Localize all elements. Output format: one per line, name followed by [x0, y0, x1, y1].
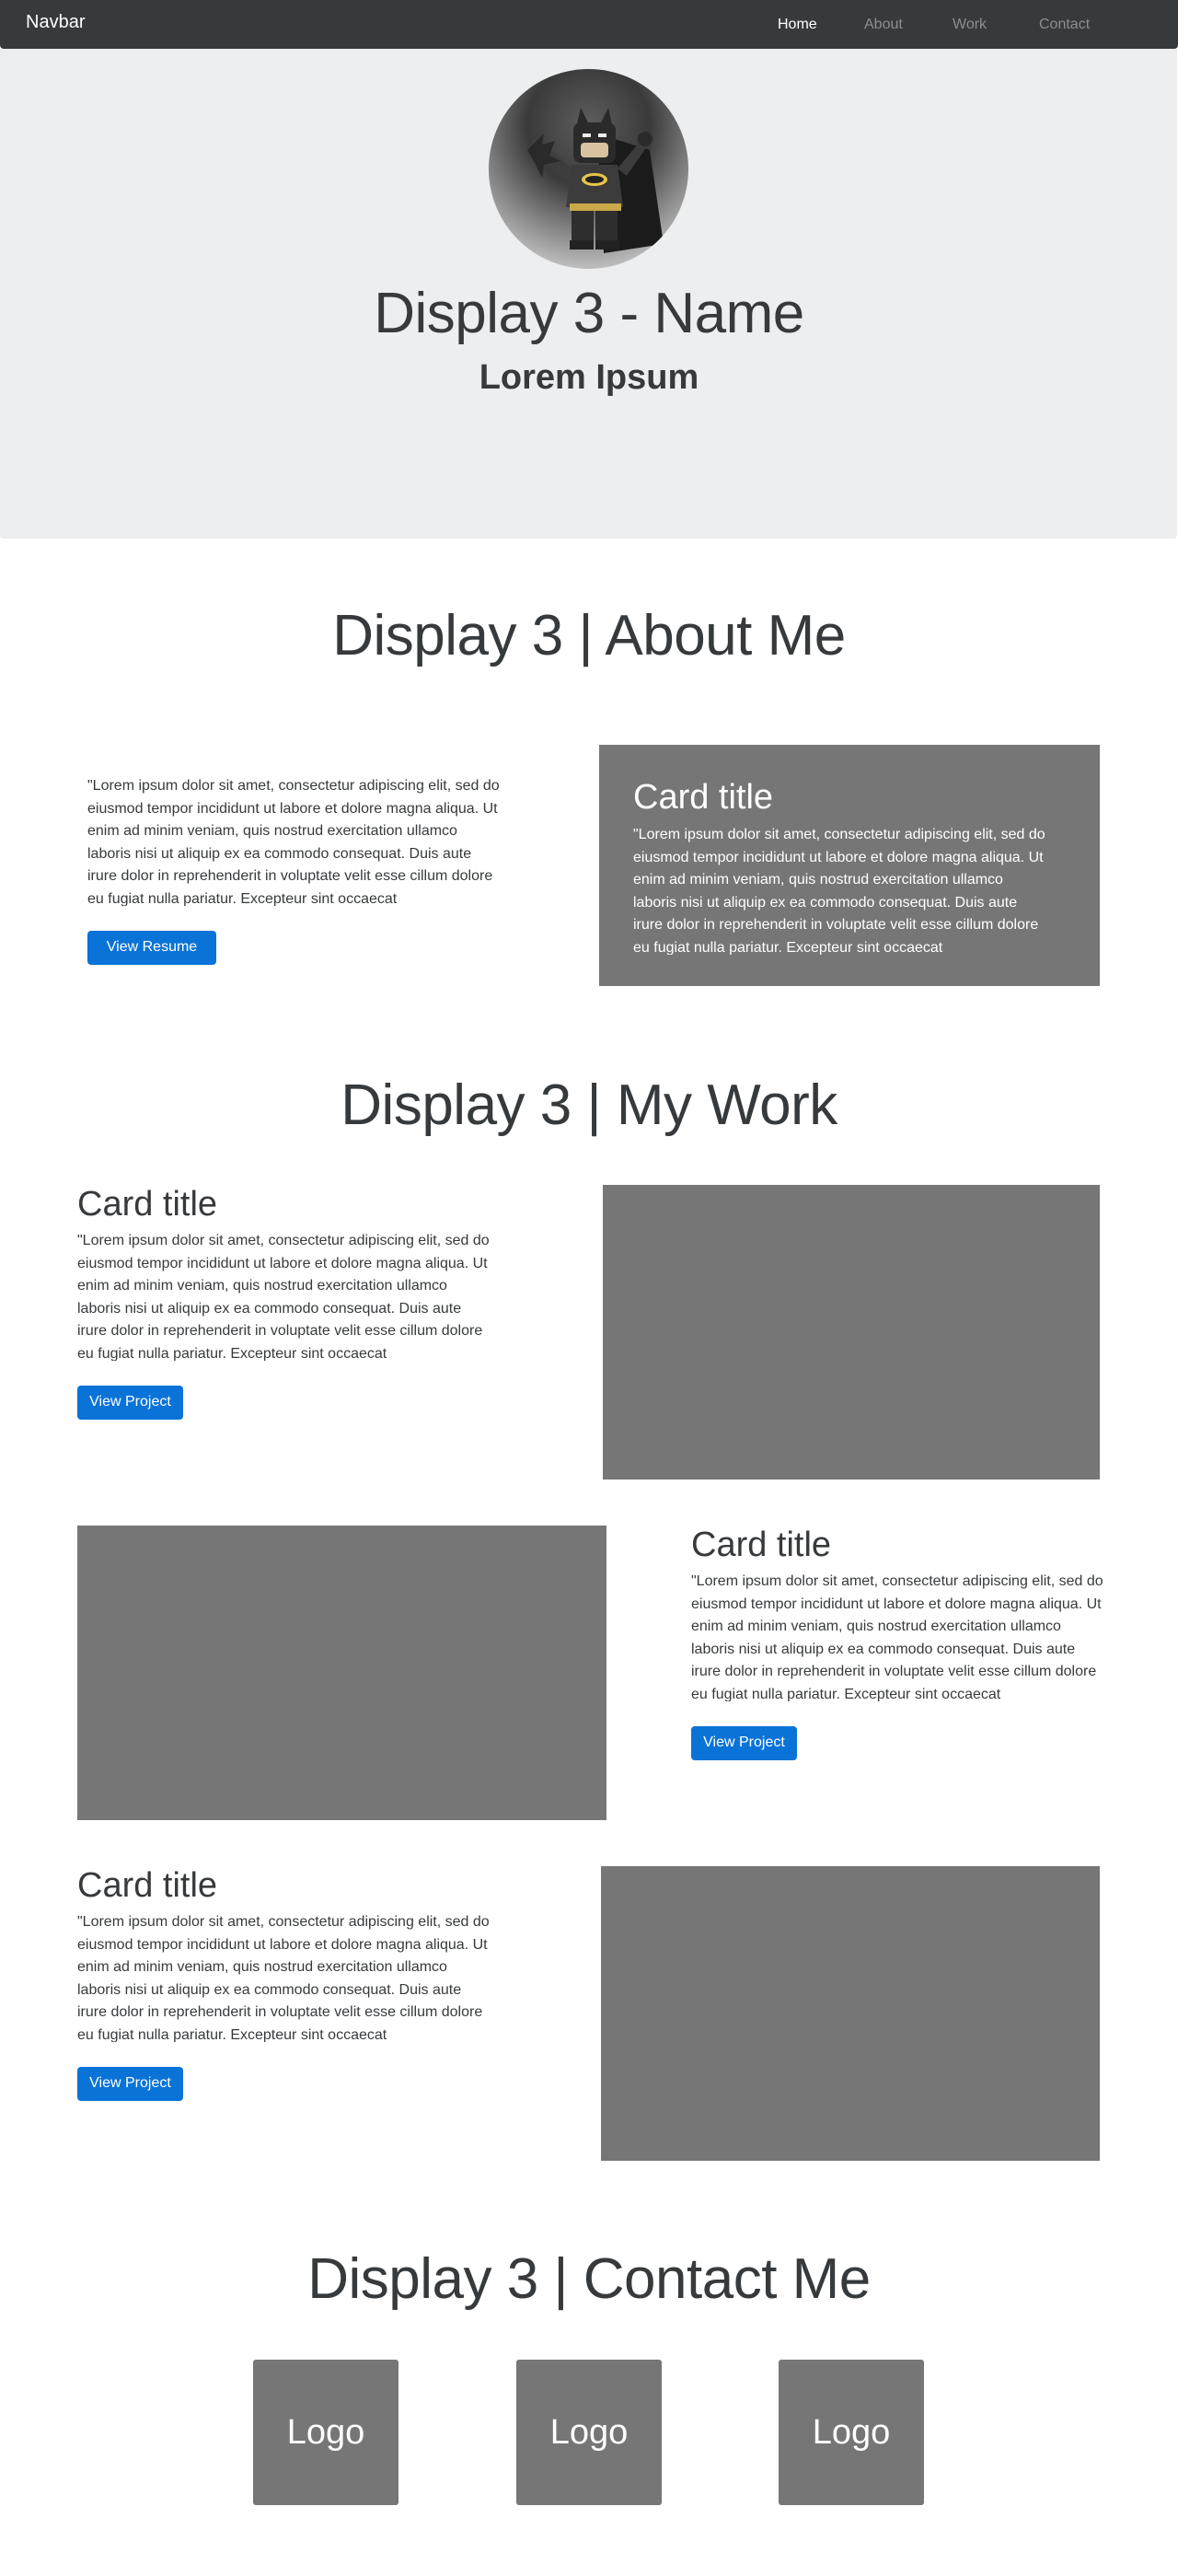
contact-logo-3[interactable]: Logo: [779, 2360, 924, 2505]
about-section-title: Display 3 | About Me: [332, 604, 846, 667]
work-section-title: Display 3 | My Work: [341, 1073, 837, 1137]
navbar: Navbar Home About Work Contact: [0, 0, 1178, 49]
project-3-title: Card title: [77, 1866, 218, 1905]
nav-link-home[interactable]: Home: [778, 17, 817, 33]
nav-link-contact[interactable]: Contact: [1039, 17, 1090, 33]
project-3-text: "Lorem ipsum dolor sit amet, consectetur…: [77, 1914, 490, 2042]
contact-logo-2[interactable]: Logo: [516, 2360, 662, 2505]
project-3-view-button[interactable]: View Project: [77, 2067, 183, 2101]
hero-name-heading: Display 3 - Name: [374, 282, 804, 345]
project-1-image: [603, 1185, 1100, 1479]
project-1-text: "Lorem ipsum dolor sit amet, consectetur…: [77, 1233, 490, 1361]
view-resume-button[interactable]: View Resume: [87, 931, 216, 965]
project-3-image: [601, 1866, 1100, 2161]
project-2-image: [77, 1526, 606, 1820]
navbar-brand[interactable]: Navbar: [26, 12, 85, 33]
project-1-view-button[interactable]: View Project: [77, 1386, 183, 1420]
about-card-text: "Lorem ipsum dolor sit amet, consectetur…: [633, 827, 1045, 955]
contact-section-title: Display 3 | Contact Me: [307, 2247, 871, 2311]
project-2-title: Card title: [691, 1526, 832, 1564]
hero-subtitle: Lorem Ipsum: [479, 358, 699, 397]
project-1-title: Card title: [77, 1185, 218, 1224]
about-text: "Lorem ipsum dolor sit amet, consectetur…: [87, 778, 500, 906]
about-card-title: Card title: [633, 778, 774, 817]
contact-logo-1[interactable]: Logo: [253, 2360, 398, 2505]
avatar: [489, 69, 688, 269]
about-card: Card title "Lorem ipsum dolor sit amet, …: [599, 745, 1100, 986]
project-2-text: "Lorem ipsum dolor sit amet, consectetur…: [691, 1573, 1103, 1701]
project-2-view-button[interactable]: View Project: [691, 1726, 797, 1760]
lego-batman-icon: [527, 108, 664, 253]
nav-link-work[interactable]: Work: [953, 17, 987, 33]
nav-link-about[interactable]: About: [864, 17, 903, 33]
